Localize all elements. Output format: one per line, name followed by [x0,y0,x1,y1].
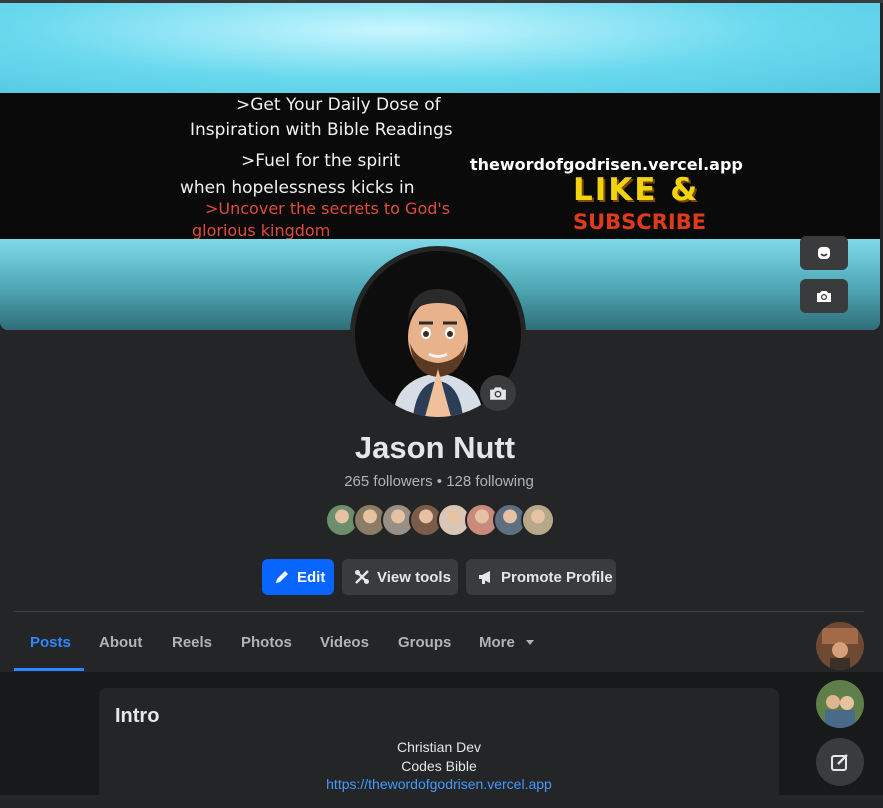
friend-avatar[interactable] [521,503,555,537]
active-tab-indicator [14,668,84,671]
section-divider [14,611,864,612]
cover-banner: >Get Your Daily Dose of Inspiration with… [0,93,880,240]
tab-more[interactable]: More [479,634,535,651]
tab-more-label: More [479,634,515,651]
promote-profile-button[interactable]: Promote Profile [466,559,616,595]
edit-cover-photo-button[interactable] [800,279,848,313]
cover-text-line: when hopelessness kicks in [180,178,415,198]
cover-text-line: >Fuel for the spirit [241,151,401,171]
cover-text-line: glorious kingdom [192,221,331,240]
bio-link-row: https://thewordofgodrisen.vercel.app [99,776,779,792]
camera-icon [817,291,831,302]
view-tools-button[interactable]: View tools [342,559,458,595]
edit-profile-button[interactable]: Edit [262,559,334,595]
update-profile-picture-button[interactable] [480,375,516,411]
avatar-frame-button[interactable] [800,236,848,270]
chevron-down-icon [526,640,535,645]
edit-label: Edit [297,568,326,586]
tab-posts[interactable]: Posts [30,634,71,651]
bio-line: Christian Dev [396,739,482,755]
website-link[interactable]: https://thewordofgodrisen.vercel.app [326,776,552,792]
tab-groups[interactable]: Groups [398,634,451,651]
new-message-button[interactable] [816,738,864,786]
bio-line: Codes Bible [401,758,477,774]
cover-subscribe-text: SUBSCRIBE [573,210,707,234]
view-tools-label: View tools [377,568,451,586]
promote-label: Promote Profile [501,568,613,586]
intro-card: Intro Christian Dev Codes Bible https://… [99,688,779,808]
profile-name: Jason Nutt [354,430,516,465]
chat-head-contact[interactable] [816,680,864,728]
followers-link[interactable]: 265 followers [344,473,432,490]
following-link[interactable]: 128 following [446,473,534,490]
pencil-icon [276,571,288,583]
cover-text-line: >Get Your Daily Dose of [236,95,441,115]
cover-text-line: Inspiration with Bible Readings [190,120,453,140]
follow-counts: 265 followers • 128 following [0,473,878,490]
tab-reels[interactable]: Reels [172,634,212,651]
intro-title: Intro [115,705,160,727]
contact-avatar [816,680,864,728]
tab-photos[interactable]: Photos [241,634,292,651]
megaphone-icon [479,571,490,584]
follow-separator: • [436,473,443,490]
sticker-icon [818,247,830,259]
cover-sky [0,3,880,93]
compose-icon [831,754,848,771]
cover-text-line: >Uncover the secrets to God's [205,199,451,218]
contact-avatar [816,622,864,670]
tools-icon [355,570,369,584]
camera-icon [490,387,506,400]
cover-like-text: LIKE & [573,172,700,208]
tab-videos[interactable]: Videos [320,634,369,651]
tab-about[interactable]: About [99,634,142,651]
chat-head-contact[interactable] [816,622,864,670]
